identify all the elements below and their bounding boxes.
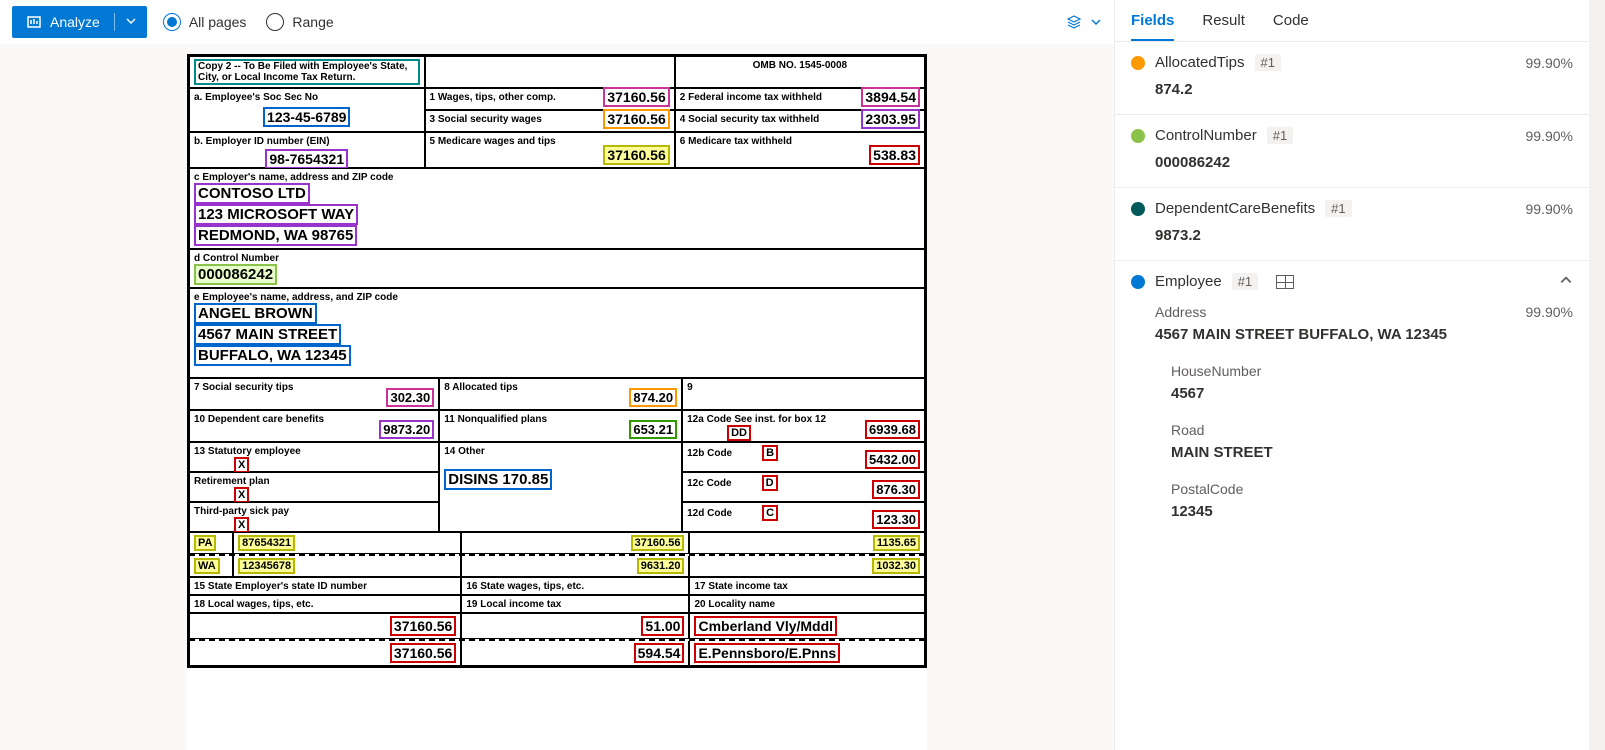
field-value: 9873.2 xyxy=(1155,227,1573,244)
field-badge: #1 xyxy=(1232,273,1258,290)
field-badge: #1 xyxy=(1267,127,1293,144)
chevron-up-icon xyxy=(1559,273,1573,287)
field-confidence: 99.90% xyxy=(1526,201,1573,217)
table-icon[interactable] xyxy=(1276,275,1294,289)
w2-document: Copy 2 -- To Be Filed with Employee's St… xyxy=(187,54,927,750)
field-badge: #1 xyxy=(1325,200,1351,217)
tabs: Fields Result Code xyxy=(1115,0,1589,42)
tab-result[interactable]: Result xyxy=(1202,12,1245,41)
field-badge: #1 xyxy=(1255,54,1281,71)
field-name: DependentCareBenefits xyxy=(1155,200,1315,217)
subfield-value: 4567 xyxy=(1171,385,1573,402)
chevron-down-icon xyxy=(1090,16,1102,28)
radio-all-pages[interactable]: All pages xyxy=(163,13,247,31)
side-panel: Fields Result Code AllocatedTips #1 99.9… xyxy=(1114,0,1589,750)
document-viewer[interactable]: Copy 2 -- To Be Filed with Employee's St… xyxy=(0,44,1114,750)
chevron-down-icon xyxy=(125,15,137,27)
layers-dropdown[interactable] xyxy=(1066,14,1102,30)
toolbar: Analyze All pages Range xyxy=(0,0,1114,44)
radio-label: All pages xyxy=(189,14,247,30)
subfield-label: Road xyxy=(1171,422,1573,438)
fields-list[interactable]: AllocatedTips #1 99.90% 874.2 ControlNum… xyxy=(1115,42,1589,750)
color-dot xyxy=(1131,275,1145,289)
field-name: AllocatedTips xyxy=(1155,54,1245,71)
subfield-value: MAIN STREET xyxy=(1171,444,1573,461)
analyze-label: Analyze xyxy=(50,14,100,30)
subfield-road[interactable]: Road MAIN STREET xyxy=(1115,412,1589,471)
field-control-number[interactable]: ControlNumber #1 99.90% 000086242 xyxy=(1115,115,1589,188)
subfield-postal-code[interactable]: PostalCode 12345 xyxy=(1115,471,1589,530)
subfield-label: PostalCode xyxy=(1171,481,1573,497)
color-dot xyxy=(1131,56,1145,70)
tab-fields[interactable]: Fields xyxy=(1131,12,1174,41)
analyze-dropdown[interactable] xyxy=(115,14,147,30)
radio-icon xyxy=(163,13,181,31)
field-confidence: 99.90% xyxy=(1526,128,1573,144)
subfield-address[interactable]: Address 99.90% 4567 MAIN STREET BUFFALO,… xyxy=(1115,294,1589,353)
field-allocated-tips[interactable]: AllocatedTips #1 99.90% 874.2 xyxy=(1115,42,1589,115)
tab-code[interactable]: Code xyxy=(1273,12,1309,41)
field-name: Employee xyxy=(1155,273,1222,290)
collapse-button[interactable] xyxy=(1559,273,1573,290)
field-confidence: 99.90% xyxy=(1526,55,1573,71)
field-value: 874.2 xyxy=(1155,81,1573,98)
field-employee[interactable]: Employee #1 xyxy=(1115,261,1589,294)
subfield-value: 4567 MAIN STREET BUFFALO, WA 12345 xyxy=(1155,326,1573,343)
field-name: ControlNumber xyxy=(1155,127,1257,144)
subfield-label: HouseNumber xyxy=(1171,363,1573,379)
field-value: 000086242 xyxy=(1155,154,1573,171)
color-dot xyxy=(1131,129,1145,143)
scrollbar[interactable] xyxy=(1589,0,1605,750)
subfield-label: Address xyxy=(1155,304,1206,320)
layers-icon xyxy=(1066,14,1082,30)
analyze-icon xyxy=(26,14,42,30)
subfield-value: 12345 xyxy=(1171,503,1573,520)
radio-label: Range xyxy=(292,14,333,30)
subfield-confidence: 99.90% xyxy=(1526,304,1573,320)
color-dot xyxy=(1131,202,1145,216)
subfield-house-number[interactable]: HouseNumber 4567 xyxy=(1115,353,1589,412)
field-dependent-care[interactable]: DependentCareBenefits #1 99.90% 9873.2 xyxy=(1115,188,1589,261)
radio-icon xyxy=(266,13,284,31)
analyze-button[interactable]: Analyze xyxy=(12,6,147,38)
radio-range[interactable]: Range xyxy=(266,13,333,31)
